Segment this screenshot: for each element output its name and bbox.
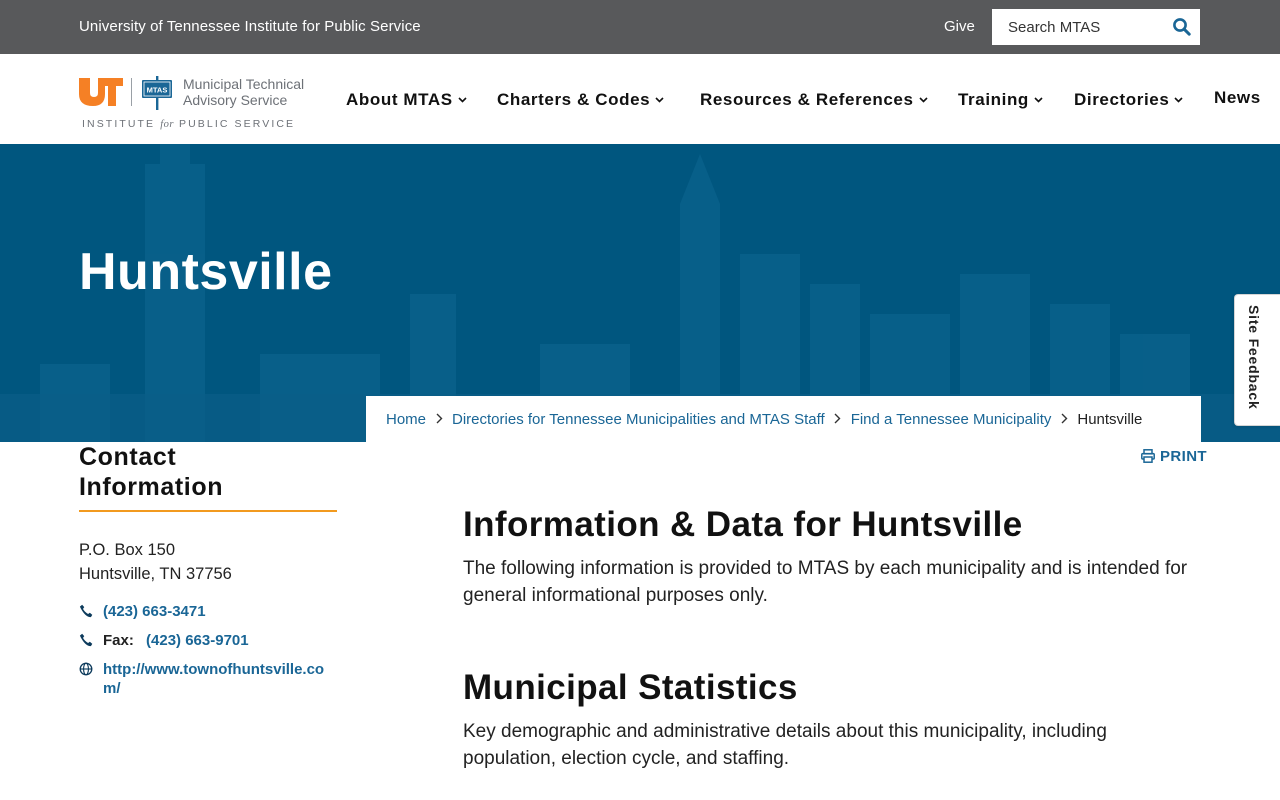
heading-rule	[79, 510, 337, 512]
logo-name: Municipal Technical Advisory Service	[183, 76, 304, 108]
site-logo[interactable]: MTAS Municipal Technical Advisory Servic…	[79, 76, 319, 132]
page-title: Huntsville	[79, 243, 333, 301]
logo-tagline: INSTITUTE for PUBLIC SERVICE	[82, 118, 295, 130]
nav-item-label: Resources & References	[700, 90, 914, 109]
site-header: MTAS Municipal Technical Advisory Servic…	[0, 54, 1280, 144]
chevron-right-icon	[426, 411, 452, 428]
chevron-right-icon	[825, 411, 851, 428]
nav-item-resources-references[interactable]: Resources & References	[700, 90, 928, 110]
logo-tagline-pre: INSTITUTE	[82, 118, 156, 130]
mtas-badge-icon: MTAS	[142, 76, 172, 110]
print-button[interactable]: PRINT	[1141, 448, 1207, 465]
nav-item-directories[interactable]: Directories	[1074, 90, 1183, 110]
website-row: http://www.townofhuntsville.com/	[79, 660, 337, 698]
breadcrumb-directories[interactable]: Directories for Tennessee Municipalities…	[452, 411, 825, 428]
address-line1: P.O. Box 150	[79, 541, 176, 559]
fax-link[interactable]: (423) 663-9701	[146, 632, 249, 649]
breadcrumb: Home Directories for Tennessee Municipal…	[366, 396, 1201, 442]
fax-row: Fax: (423) 663-9701	[79, 631, 337, 650]
address-line2: Huntsville, TN 37756	[79, 565, 232, 583]
chevron-down-icon	[918, 97, 928, 103]
mailing-address: P.O. Box 150 Huntsville, TN 37756	[79, 538, 337, 586]
logo-name-line2: Advisory Service	[183, 92, 288, 108]
chevron-down-icon	[1034, 97, 1043, 103]
contact-heading-line1: Contact	[79, 443, 177, 471]
printer-icon	[1141, 449, 1155, 463]
nav-item-about-mtas[interactable]: About MTAS	[346, 90, 467, 110]
chevron-down-icon	[1174, 97, 1183, 103]
main-content: Information & Data for Huntsville The fo…	[463, 504, 1203, 772]
section-title-statistics: Municipal Statistics	[463, 668, 798, 707]
breadcrumb-home[interactable]: Home	[386, 411, 426, 428]
breadcrumb-find-municipality[interactable]: Find a Tennessee Municipality	[851, 411, 1052, 428]
ut-logo-icon	[79, 78, 123, 106]
org-name[interactable]: University of Tennessee Institute for Pu…	[79, 18, 421, 35]
site-feedback-label: Site Feedback	[1246, 305, 1262, 410]
site-feedback-tab[interactable]: Site Feedback	[1234, 294, 1280, 426]
logo-tagline-for: for	[160, 119, 174, 130]
print-label: PRINT	[1160, 448, 1207, 465]
search-icon	[1173, 18, 1191, 36]
fax-label: Fax:	[103, 632, 134, 649]
give-link[interactable]: Give	[944, 18, 975, 35]
nav-item-label: Training	[958, 90, 1029, 109]
globe-icon	[79, 662, 93, 676]
chevron-down-icon	[655, 97, 664, 103]
chevron-right-icon	[1051, 411, 1077, 428]
chevron-down-icon	[458, 97, 467, 103]
website-link[interactable]: http://www.townofhuntsville.com/	[103, 661, 324, 697]
contact-sidebar: Contact Information P.O. Box 150 Huntsvi…	[79, 442, 337, 698]
nav-item-label: Charters & Codes	[497, 90, 651, 109]
search-box	[992, 9, 1200, 45]
nav-item-news[interactable]: News	[1214, 88, 1261, 108]
nav-item-training[interactable]: Training	[958, 90, 1043, 110]
contact-heading-line2: Information	[79, 473, 224, 501]
utility-bar: University of Tennessee Institute for Pu…	[0, 0, 1280, 54]
nav-item-charters-codes[interactable]: Charters & Codes	[497, 90, 664, 110]
search-button[interactable]	[1172, 17, 1192, 37]
nav-item-label: News	[1214, 88, 1261, 107]
section-text-information: The following information is provided to…	[463, 558, 1188, 606]
logo-tagline-post: PUBLIC SERVICE	[178, 118, 296, 130]
mtas-badge-text: MTAS	[147, 86, 168, 95]
phone-link[interactable]: (423) 663-3471	[103, 603, 206, 620]
phone-icon	[79, 633, 93, 647]
logo-divider	[131, 78, 132, 106]
phone-row: (423) 663-3471	[79, 602, 337, 621]
section-text-statistics: Key demographic and administrative detai…	[463, 721, 1107, 769]
contact-heading: Contact Information	[79, 442, 337, 502]
nav-item-label: About MTAS	[346, 90, 453, 109]
logo-name-line1: Municipal Technical	[183, 76, 305, 92]
phone-icon	[79, 604, 93, 618]
breadcrumb-current: Huntsville	[1077, 410, 1143, 428]
nav-item-label: Directories	[1074, 90, 1170, 109]
search-input[interactable]	[992, 9, 1162, 45]
section-title-information: Information & Data for Huntsville	[463, 505, 1023, 544]
